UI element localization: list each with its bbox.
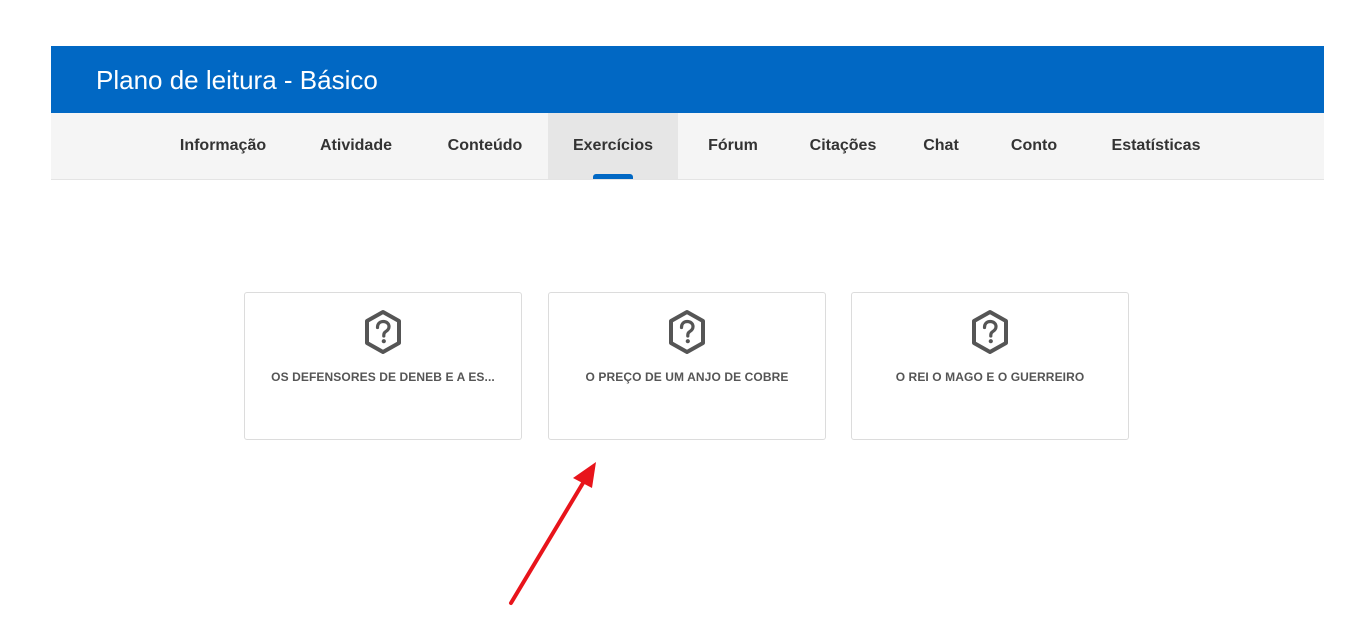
tab-label: Chat (923, 137, 959, 154)
card-title: O REI O MAGO E O GUERREIRO (895, 370, 1085, 384)
tab-forum[interactable]: Fórum (688, 113, 778, 179)
tab-label: Conteúdo (447, 137, 523, 154)
tab-label: Exercícios (572, 137, 654, 154)
tab-label: Fórum (708, 137, 758, 154)
exercise-card[interactable]: OS DEFENSORES DE DENEB E A ES... (244, 292, 522, 440)
tab-estatisticas[interactable]: Estatísticas (1096, 113, 1216, 179)
page: Plano de leitura - Básico Informação Ati… (0, 0, 1362, 634)
card-title: O PREÇO DE UM ANJO DE COBRE (585, 370, 789, 384)
tab-citacoes[interactable]: Citações (793, 113, 893, 179)
tab-chat[interactable]: Chat (911, 113, 971, 179)
page-title: Plano de leitura - Básico (96, 65, 378, 95)
active-tab-indicator (593, 174, 633, 179)
tab-label: Conto (1010, 137, 1058, 154)
tab-bar: Informação Atividade Conteúdo Exercícios… (51, 113, 1324, 180)
tab-informacao[interactable]: Informação (163, 113, 283, 179)
question-hexagon-icon (972, 310, 1008, 354)
tab-label: Citações (809, 137, 877, 154)
card-title: OS DEFENSORES DE DENEB E A ES... (271, 370, 495, 384)
exercise-card[interactable]: O PREÇO DE UM ANJO DE COBRE (548, 292, 826, 440)
tab-label: Estatísticas (1111, 137, 1201, 154)
page-header: Plano de leitura - Básico (51, 46, 1324, 113)
tab-label: Informação (179, 137, 267, 154)
tab-conto[interactable]: Conto (999, 113, 1069, 179)
question-hexagon-icon (669, 310, 705, 354)
question-hexagon-icon (365, 310, 401, 354)
tab-atividade[interactable]: Atividade (304, 113, 408, 179)
exercise-card[interactable]: O REI O MAGO E O GUERREIRO (851, 292, 1129, 440)
tab-exercicios[interactable]: Exercícios (548, 113, 678, 179)
tab-label: Atividade (319, 137, 392, 154)
tab-conteudo[interactable]: Conteúdo (430, 113, 540, 179)
